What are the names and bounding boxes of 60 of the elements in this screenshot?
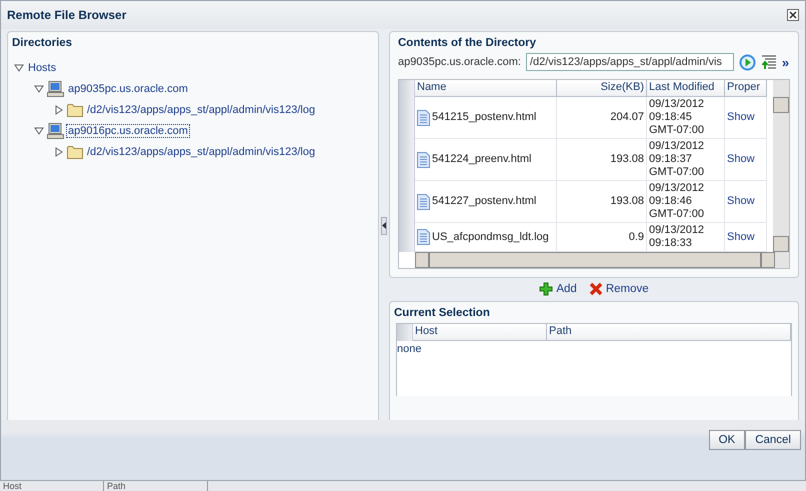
table-cell: 09/13/2012 09:18:46 GMT-07:00 — [647, 181, 725, 223]
collapse-triangle-icon[interactable] — [34, 126, 44, 136]
document-icon — [417, 110, 430, 126]
show-link[interactable]: Show — [727, 230, 755, 244]
column-header[interactable]: Host — [413, 324, 547, 341]
folder-icon — [67, 102, 83, 116]
table-cell: 193.08 — [557, 139, 647, 181]
panel-title: Directories — [11, 36, 74, 51]
remove-button[interactable]: Remove — [588, 282, 649, 296]
plus-icon — [539, 282, 554, 296]
collapse-triangle-icon[interactable] — [14, 62, 24, 72]
column-header[interactable]: Size(KB) — [557, 80, 647, 97]
column-header[interactable]: Last Modified — [647, 80, 725, 97]
document-icon — [417, 194, 430, 210]
path-field[interactable]: /d2/vis123/apps/apps_st/appl/admin/vis — [526, 53, 734, 71]
panel-title: Current Selection — [393, 306, 491, 321]
row-header-strip — [397, 324, 413, 341]
tree-node-label[interactable]: /d2/vis123/apps/apps_st/appl/admin/vis123/log — [86, 104, 316, 116]
dialog-button[interactable]: OK — [708, 430, 746, 450]
file-name: 541224_preenv.html — [432, 153, 532, 166]
file-name: US_afcpondmsg_ldt.log — [432, 230, 549, 244]
computer-icon — [47, 122, 64, 138]
column-list-icon[interactable] — [760, 54, 777, 70]
show-link[interactable]: Show — [727, 195, 755, 208]
vertical-scrollbar[interactable] — [773, 80, 789, 252]
folder-icon — [67, 144, 83, 158]
tree-node-label[interactable]: /d2/vis123/apps/apps_st/appl/admin/vis123/log — [86, 146, 316, 158]
column-header[interactable]: Proper — [725, 80, 767, 97]
host-label: ap9035pc.us.oracle.com: — [398, 56, 521, 68]
tree-node-label[interactable]: ap9016pc.us.oracle.com — [67, 124, 189, 136]
document-icon — [417, 229, 430, 245]
x-icon — [588, 282, 603, 296]
empty-message: none — [397, 342, 422, 357]
add-button[interactable]: Add — [539, 282, 577, 296]
computer-icon — [47, 80, 64, 96]
collapse-splitter-handle[interactable] — [381, 216, 387, 234]
file-name: 541215_postenv.html — [432, 111, 536, 124]
expand-triangle-icon[interactable] — [54, 146, 64, 156]
background-column-header: Path — [104, 481, 208, 491]
collapse-triangle-icon[interactable] — [34, 84, 44, 94]
column-header[interactable]: Path — [547, 324, 791, 341]
file-name: 541227_postenv.html — [432, 195, 536, 208]
column-header[interactable]: Name — [415, 80, 557, 97]
expand-triangle-icon[interactable] — [54, 104, 64, 114]
show-link[interactable]: Show — [727, 153, 755, 166]
tree-node-label[interactable]: ap9035pc.us.oracle.com — [67, 82, 189, 94]
go-icon[interactable] — [738, 54, 756, 70]
table-cell: 09/13/2012 09:18:37 GMT-07:00 — [647, 139, 725, 181]
show-link[interactable]: Show — [727, 111, 755, 124]
table-cell: 193.08 — [557, 181, 647, 223]
dialog-button[interactable]: Cancel — [745, 430, 801, 450]
table-cell: 204.07 — [557, 97, 647, 139]
document-icon — [417, 152, 430, 168]
background-column-header: Host — [0, 481, 104, 491]
more-button[interactable]: » — [782, 54, 790, 70]
tree-node-label[interactable]: Hosts — [27, 62, 58, 74]
panel-title: Contents of the Directory — [398, 36, 538, 51]
table-cell: 09/13/2012 09:18:45 GMT-07:00 — [647, 97, 725, 139]
close-icon[interactable] — [787, 9, 799, 21]
dialog-title: Remote File Browser — [7, 8, 126, 22]
